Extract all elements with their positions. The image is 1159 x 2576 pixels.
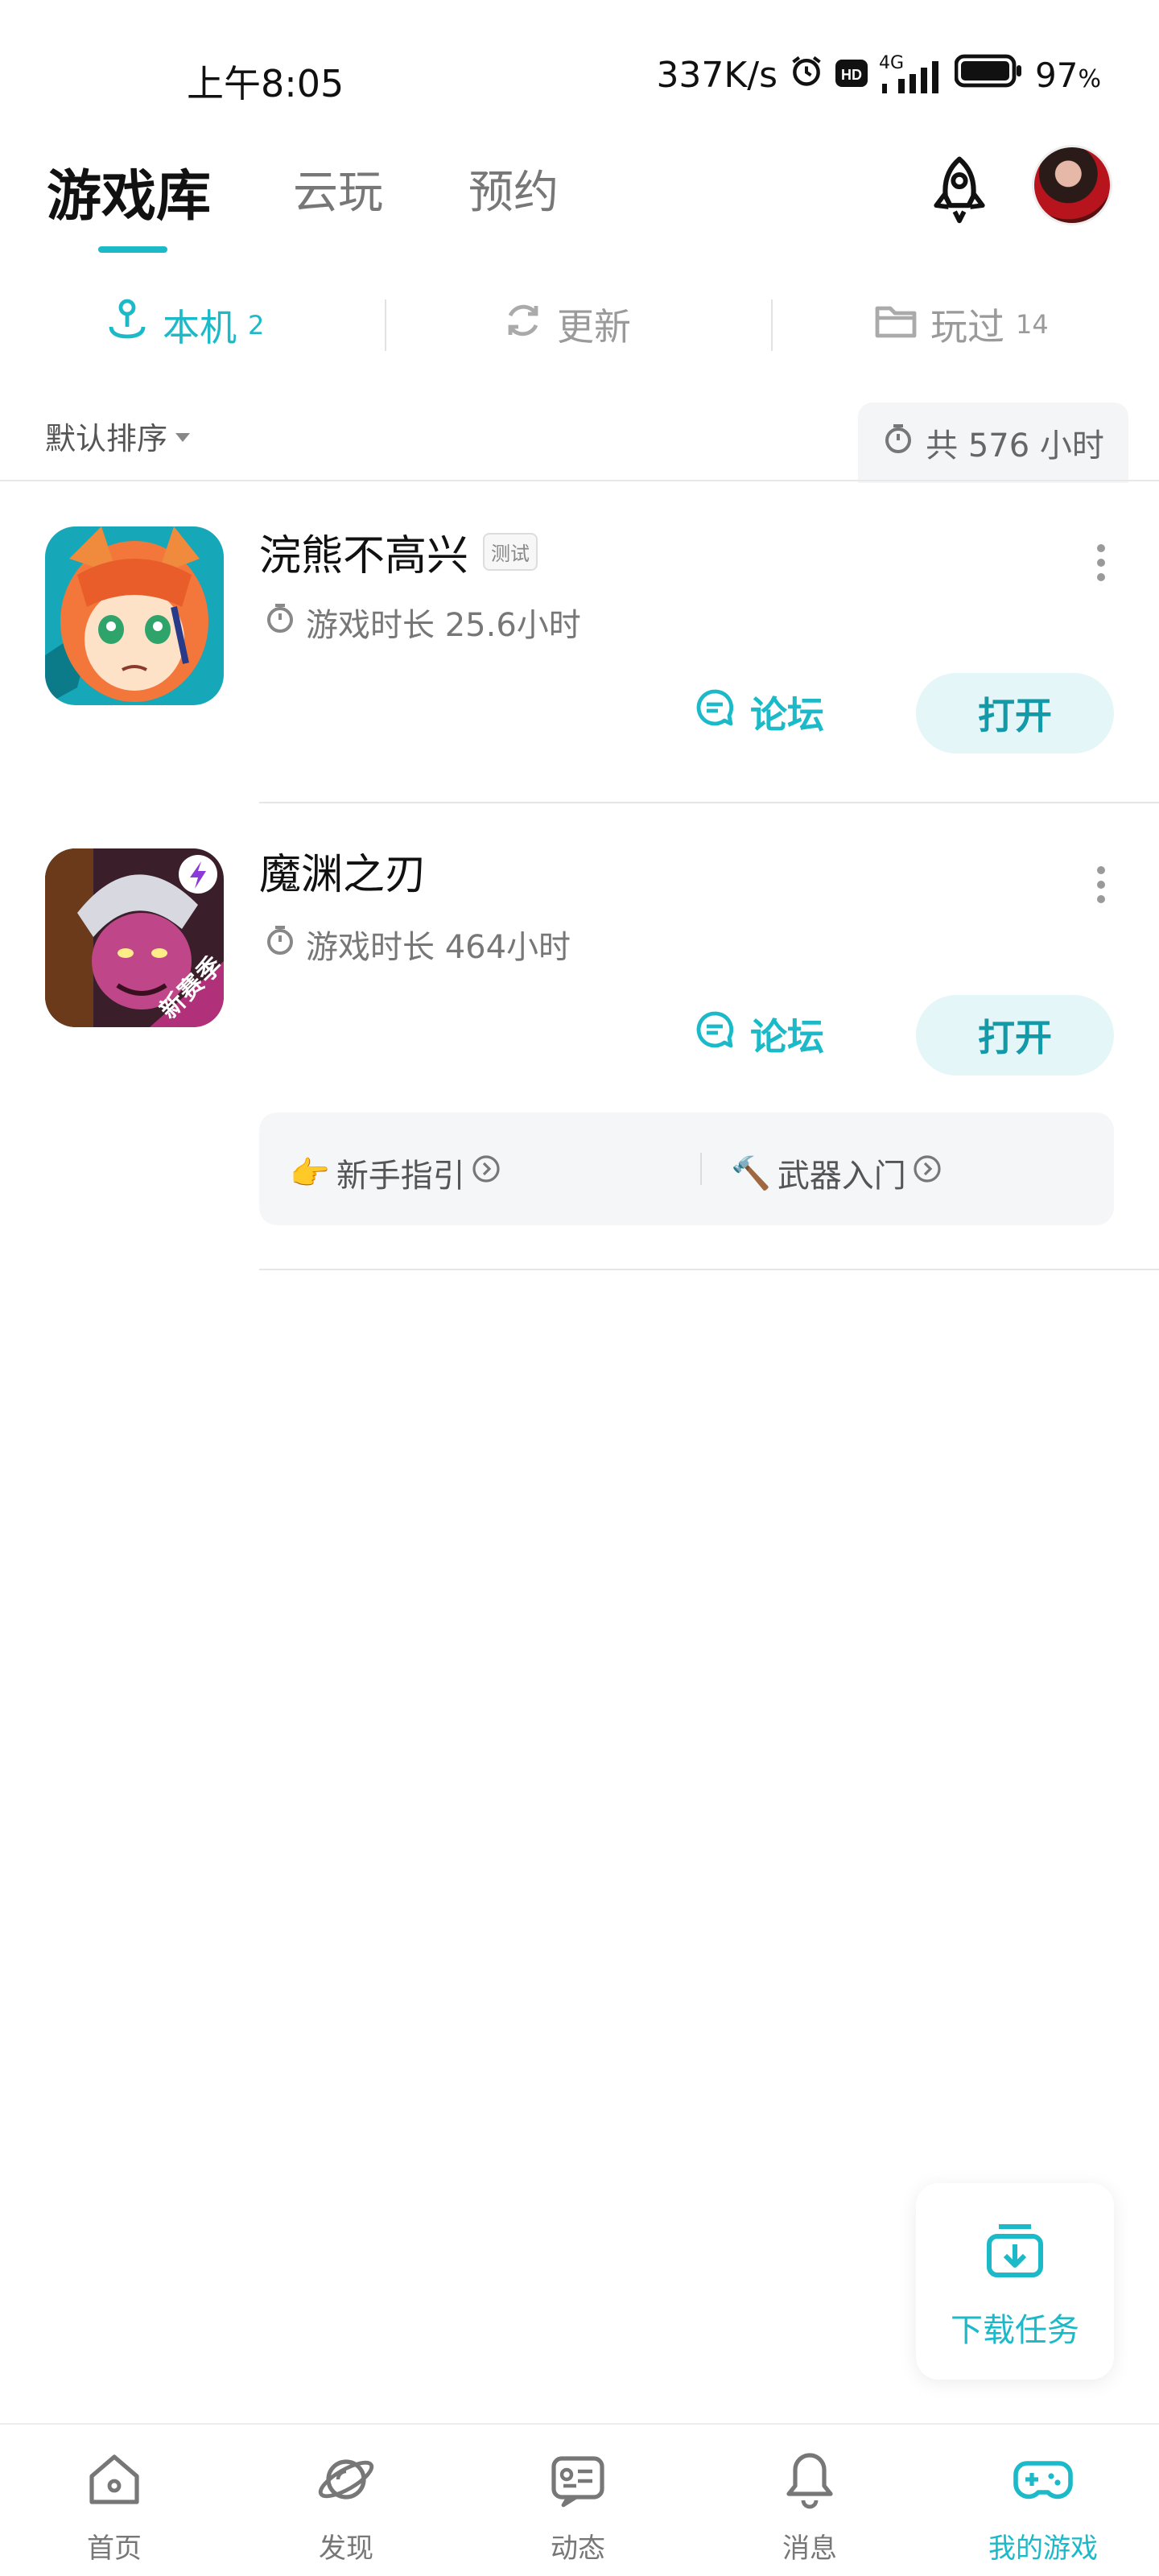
tab-reservations[interactable]: 预约 bbox=[468, 156, 559, 221]
nav-label: 我的游戏 bbox=[988, 2533, 1098, 2565]
caret-down-icon bbox=[175, 433, 191, 442]
sort-row: 默认排序 共 576 小时 bbox=[0, 394, 1159, 483]
network-speed: 337K/s bbox=[656, 55, 778, 96]
subtab-count: 2 bbox=[248, 309, 265, 341]
nav-label: 动态 bbox=[551, 2533, 605, 2565]
subtab-label: 本机 bbox=[163, 305, 237, 349]
sort-label: 默认排序 bbox=[45, 421, 168, 456]
joystick-icon bbox=[105, 298, 150, 352]
refresh-icon bbox=[502, 299, 544, 350]
nav-label: 首页 bbox=[87, 2533, 142, 2565]
pointing-hand-icon: 👉 bbox=[290, 1154, 330, 1192]
subtab-label: 玩过 bbox=[930, 305, 1004, 349]
download-task-button[interactable]: 下载任务 bbox=[916, 2183, 1114, 2380]
nav-messages[interactable]: 消息 bbox=[729, 2447, 890, 2566]
guide-separator bbox=[700, 1153, 702, 1185]
game-icon[interactable] bbox=[45, 526, 224, 705]
planet-icon bbox=[314, 2447, 378, 2512]
timer-icon bbox=[882, 423, 914, 463]
hammer-icon: 🔨 bbox=[731, 1154, 771, 1192]
more-options-icon[interactable] bbox=[1096, 866, 1106, 903]
game-title[interactable]: 魔渊之刃 bbox=[259, 840, 427, 901]
guide-link-beginner[interactable]: 👉 新手指引 bbox=[290, 1150, 501, 1196]
forum-button[interactable]: 论坛 bbox=[694, 1008, 824, 1061]
test-badge: 测试 bbox=[483, 533, 538, 571]
folder-icon bbox=[874, 300, 918, 349]
subtab-label: 更新 bbox=[557, 305, 631, 349]
status-bar: 上午8:05 337K/s HD 4G 97% bbox=[0, 0, 1159, 153]
nav-feed[interactable]: 动态 bbox=[497, 2447, 658, 2566]
subtab-count: 14 bbox=[1016, 309, 1049, 340]
forum-icon bbox=[694, 687, 737, 739]
divider bbox=[259, 1269, 1159, 1270]
game-playtime: 游戏时长 464小时 bbox=[264, 921, 571, 968]
open-button[interactable]: 打开 bbox=[916, 995, 1114, 1075]
total-playtime: 共 576 小时 bbox=[858, 402, 1128, 483]
divider bbox=[0, 480, 1159, 481]
total-playtime-text: 共 576 小时 bbox=[926, 427, 1104, 464]
bell-icon bbox=[777, 2447, 842, 2512]
alarm-icon bbox=[789, 53, 824, 97]
guide-label: 新手指引 bbox=[336, 1158, 465, 1195]
battery-percent: 97% bbox=[1035, 56, 1101, 95]
feed-icon bbox=[546, 2447, 610, 2512]
game-icon[interactable]: 新赛季 bbox=[45, 848, 224, 1027]
timer-icon bbox=[264, 602, 296, 642]
download-icon bbox=[983, 2219, 1047, 2286]
subtab-updates[interactable]: 更新 bbox=[502, 298, 631, 351]
divider bbox=[259, 802, 1159, 803]
signal-icon: 4G bbox=[879, 53, 943, 93]
forum-icon bbox=[694, 1009, 737, 1061]
guide-label: 武器入门 bbox=[777, 1158, 906, 1195]
home-icon bbox=[82, 2447, 146, 2512]
nav-discover[interactable]: 发现 bbox=[266, 2447, 427, 2566]
subtab-played[interactable]: 玩过 14 bbox=[874, 298, 1049, 351]
chevron-right-circle-icon bbox=[472, 1154, 501, 1191]
nav-home[interactable]: 首页 bbox=[34, 2447, 195, 2566]
guide-link-weapons[interactable]: 🔨 武器入门 bbox=[731, 1150, 942, 1196]
forum-label: 论坛 bbox=[750, 1015, 824, 1059]
open-button[interactable]: 打开 bbox=[916, 673, 1114, 753]
guide-links: 👉 新手指引 🔨 武器入门 bbox=[259, 1113, 1114, 1225]
nav-my-games[interactable]: 我的游戏 bbox=[963, 2447, 1124, 2566]
game-name: 魔渊之刃 bbox=[259, 851, 427, 899]
tab-cloud-play[interactable]: 云玩 bbox=[293, 156, 383, 221]
timer-icon bbox=[264, 924, 296, 964]
svg-text:HD: HD bbox=[841, 67, 862, 83]
forum-button[interactable]: 论坛 bbox=[694, 686, 824, 739]
status-time: 上午8:05 bbox=[187, 62, 344, 105]
game-playtime: 游戏时长 25.6小时 bbox=[264, 599, 581, 646]
avatar[interactable] bbox=[1032, 145, 1112, 225]
more-options-icon[interactable] bbox=[1096, 544, 1106, 581]
subtab-separator bbox=[771, 299, 773, 351]
game-title[interactable]: 浣熊不高兴 测试 bbox=[259, 522, 538, 582]
header: 游戏库 云玩 预约 bbox=[0, 145, 1159, 266]
nav-label: 消息 bbox=[782, 2533, 837, 2565]
tab-game-library[interactable]: 游戏库 bbox=[47, 151, 211, 231]
status-indicators: 337K/s HD 4G 97% bbox=[656, 53, 1101, 97]
forum-label: 论坛 bbox=[750, 693, 824, 737]
subtab-local[interactable]: 本机 2 bbox=[105, 298, 264, 352]
active-tab-indicator bbox=[98, 246, 167, 253]
subtab-separator bbox=[385, 299, 386, 351]
gamepad-icon bbox=[1011, 2447, 1075, 2512]
sub-tabs: 本机 2 更新 玩过 14 bbox=[0, 290, 1159, 362]
bottom-nav: 首页 发现 动态 消息 我的游戏 bbox=[0, 2423, 1159, 2576]
rocket-icon[interactable] bbox=[922, 153, 996, 227]
nav-label: 发现 bbox=[319, 2533, 373, 2565]
chevron-right-circle-icon bbox=[913, 1154, 942, 1191]
hd-icon: HD bbox=[835, 55, 868, 96]
sort-dropdown[interactable]: 默认排序 bbox=[45, 414, 191, 458]
playtime-text: 游戏时长 25.6小时 bbox=[306, 607, 581, 644]
game-name: 浣熊不高兴 bbox=[259, 532, 469, 580]
battery-icon bbox=[954, 53, 1024, 97]
playtime-text: 游戏时长 464小时 bbox=[306, 929, 571, 966]
download-task-label: 下载任务 bbox=[951, 2312, 1079, 2349]
